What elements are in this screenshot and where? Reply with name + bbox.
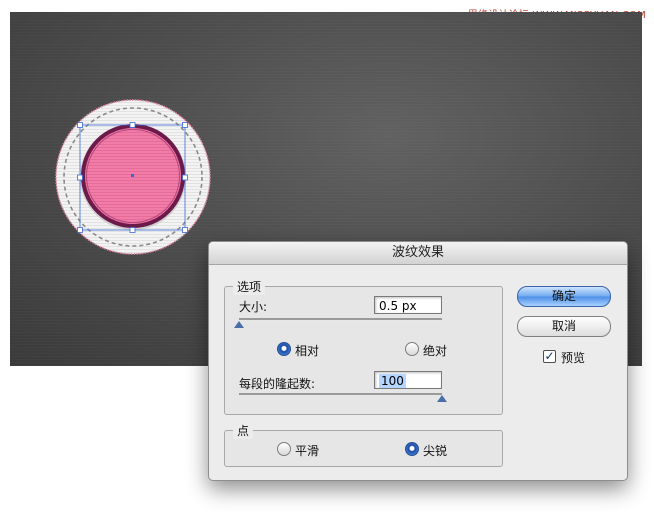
selection-handle bbox=[182, 122, 188, 128]
ridges-slider-track[interactable] bbox=[239, 393, 442, 396]
preview-label[interactable]: 预览 bbox=[561, 349, 585, 366]
selection-handle bbox=[129, 227, 136, 233]
preview-checkbox[interactable]: ✓ bbox=[543, 350, 556, 363]
size-label: 大小: bbox=[239, 300, 268, 314]
ridges-input[interactable]: 100 bbox=[374, 371, 442, 389]
size-slider-track[interactable] bbox=[239, 318, 442, 321]
cancel-button[interactable]: 取消 bbox=[517, 316, 611, 337]
circle-artwork[interactable] bbox=[53, 97, 213, 257]
selection-handle bbox=[77, 122, 83, 128]
size-input[interactable]: 0.5 px bbox=[374, 296, 442, 314]
options-legend: 选项 bbox=[233, 278, 266, 295]
checkmark-icon: ✓ bbox=[544, 349, 555, 363]
points-group: 点 平滑 尖锐 bbox=[224, 422, 503, 467]
points-legend: 点 bbox=[233, 422, 254, 439]
smooth-radio[interactable] bbox=[277, 442, 291, 456]
corner-label[interactable]: 尖锐 bbox=[423, 442, 447, 459]
ridges-slider-thumb[interactable] bbox=[437, 395, 447, 402]
selection-handle bbox=[129, 122, 136, 128]
absolute-label[interactable]: 绝对 bbox=[423, 342, 447, 359]
corner-radio[interactable] bbox=[405, 442, 419, 456]
zigzag-dialog: 波纹效果 选项 大小: 0.5 px 相对 绝对 每段的隆起数: 100 点 平… bbox=[208, 241, 628, 481]
selection-handle bbox=[182, 174, 188, 181]
relative-label[interactable]: 相对 bbox=[295, 342, 319, 359]
selection-handle bbox=[77, 174, 83, 181]
absolute-radio[interactable] bbox=[405, 342, 419, 356]
ok-button[interactable]: 确定 bbox=[517, 286, 611, 307]
options-group: 选项 大小: 0.5 px 相对 绝对 每段的隆起数: 100 bbox=[224, 278, 503, 415]
ridges-value: 100 bbox=[379, 374, 406, 388]
ridges-label: 每段的隆起数: bbox=[239, 377, 316, 391]
selection-handle bbox=[77, 227, 83, 233]
size-value: 0.5 px bbox=[379, 299, 417, 313]
selection-handle bbox=[182, 227, 188, 233]
center-point bbox=[131, 174, 134, 177]
size-slider-thumb[interactable] bbox=[234, 321, 244, 328]
relative-radio[interactable] bbox=[277, 342, 291, 356]
dialog-title[interactable]: 波纹效果 bbox=[209, 242, 627, 265]
smooth-label[interactable]: 平滑 bbox=[295, 442, 319, 459]
